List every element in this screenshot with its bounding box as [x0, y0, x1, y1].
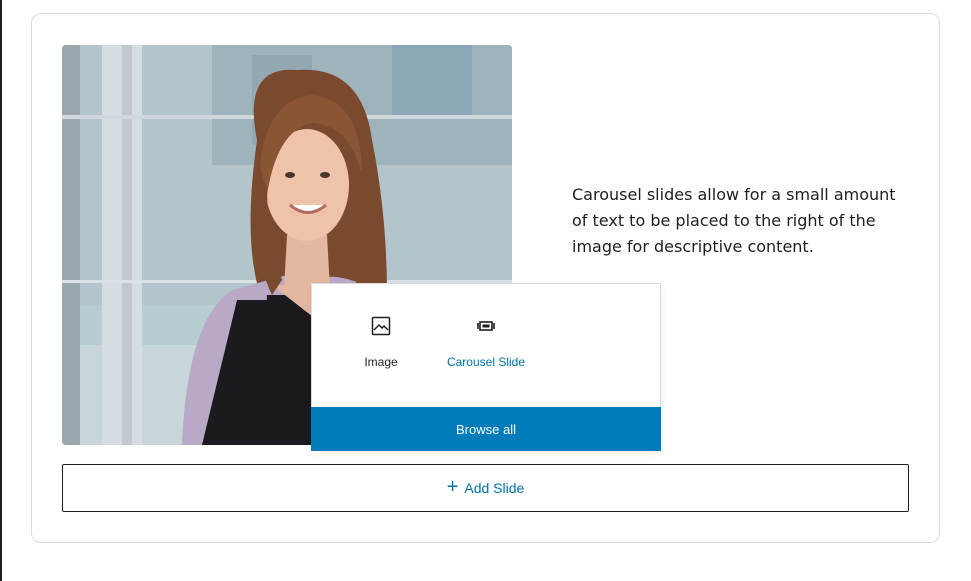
carousel-slide-icon — [474, 314, 498, 338]
editor-left-border — [0, 0, 2, 581]
block-inserter-popover: Image Carousel Slide Browse all — [311, 283, 661, 451]
browse-all-button[interactable]: Browse all — [311, 407, 661, 451]
inserter-item-carousel-slide[interactable]: Carousel Slide — [431, 314, 541, 384]
add-slide-button[interactable]: + Add Slide — [62, 464, 909, 512]
inserter-item-label: Image — [364, 355, 398, 369]
inserter-item-image[interactable]: Image — [326, 314, 436, 384]
slide-description[interactable]: Carousel slides allow for a small amount… — [572, 182, 902, 260]
inserter-item-label: Carousel Slide — [446, 355, 526, 369]
plus-icon: + — [446, 476, 459, 498]
add-slide-label: Add Slide — [464, 480, 525, 496]
image-icon — [369, 314, 393, 338]
